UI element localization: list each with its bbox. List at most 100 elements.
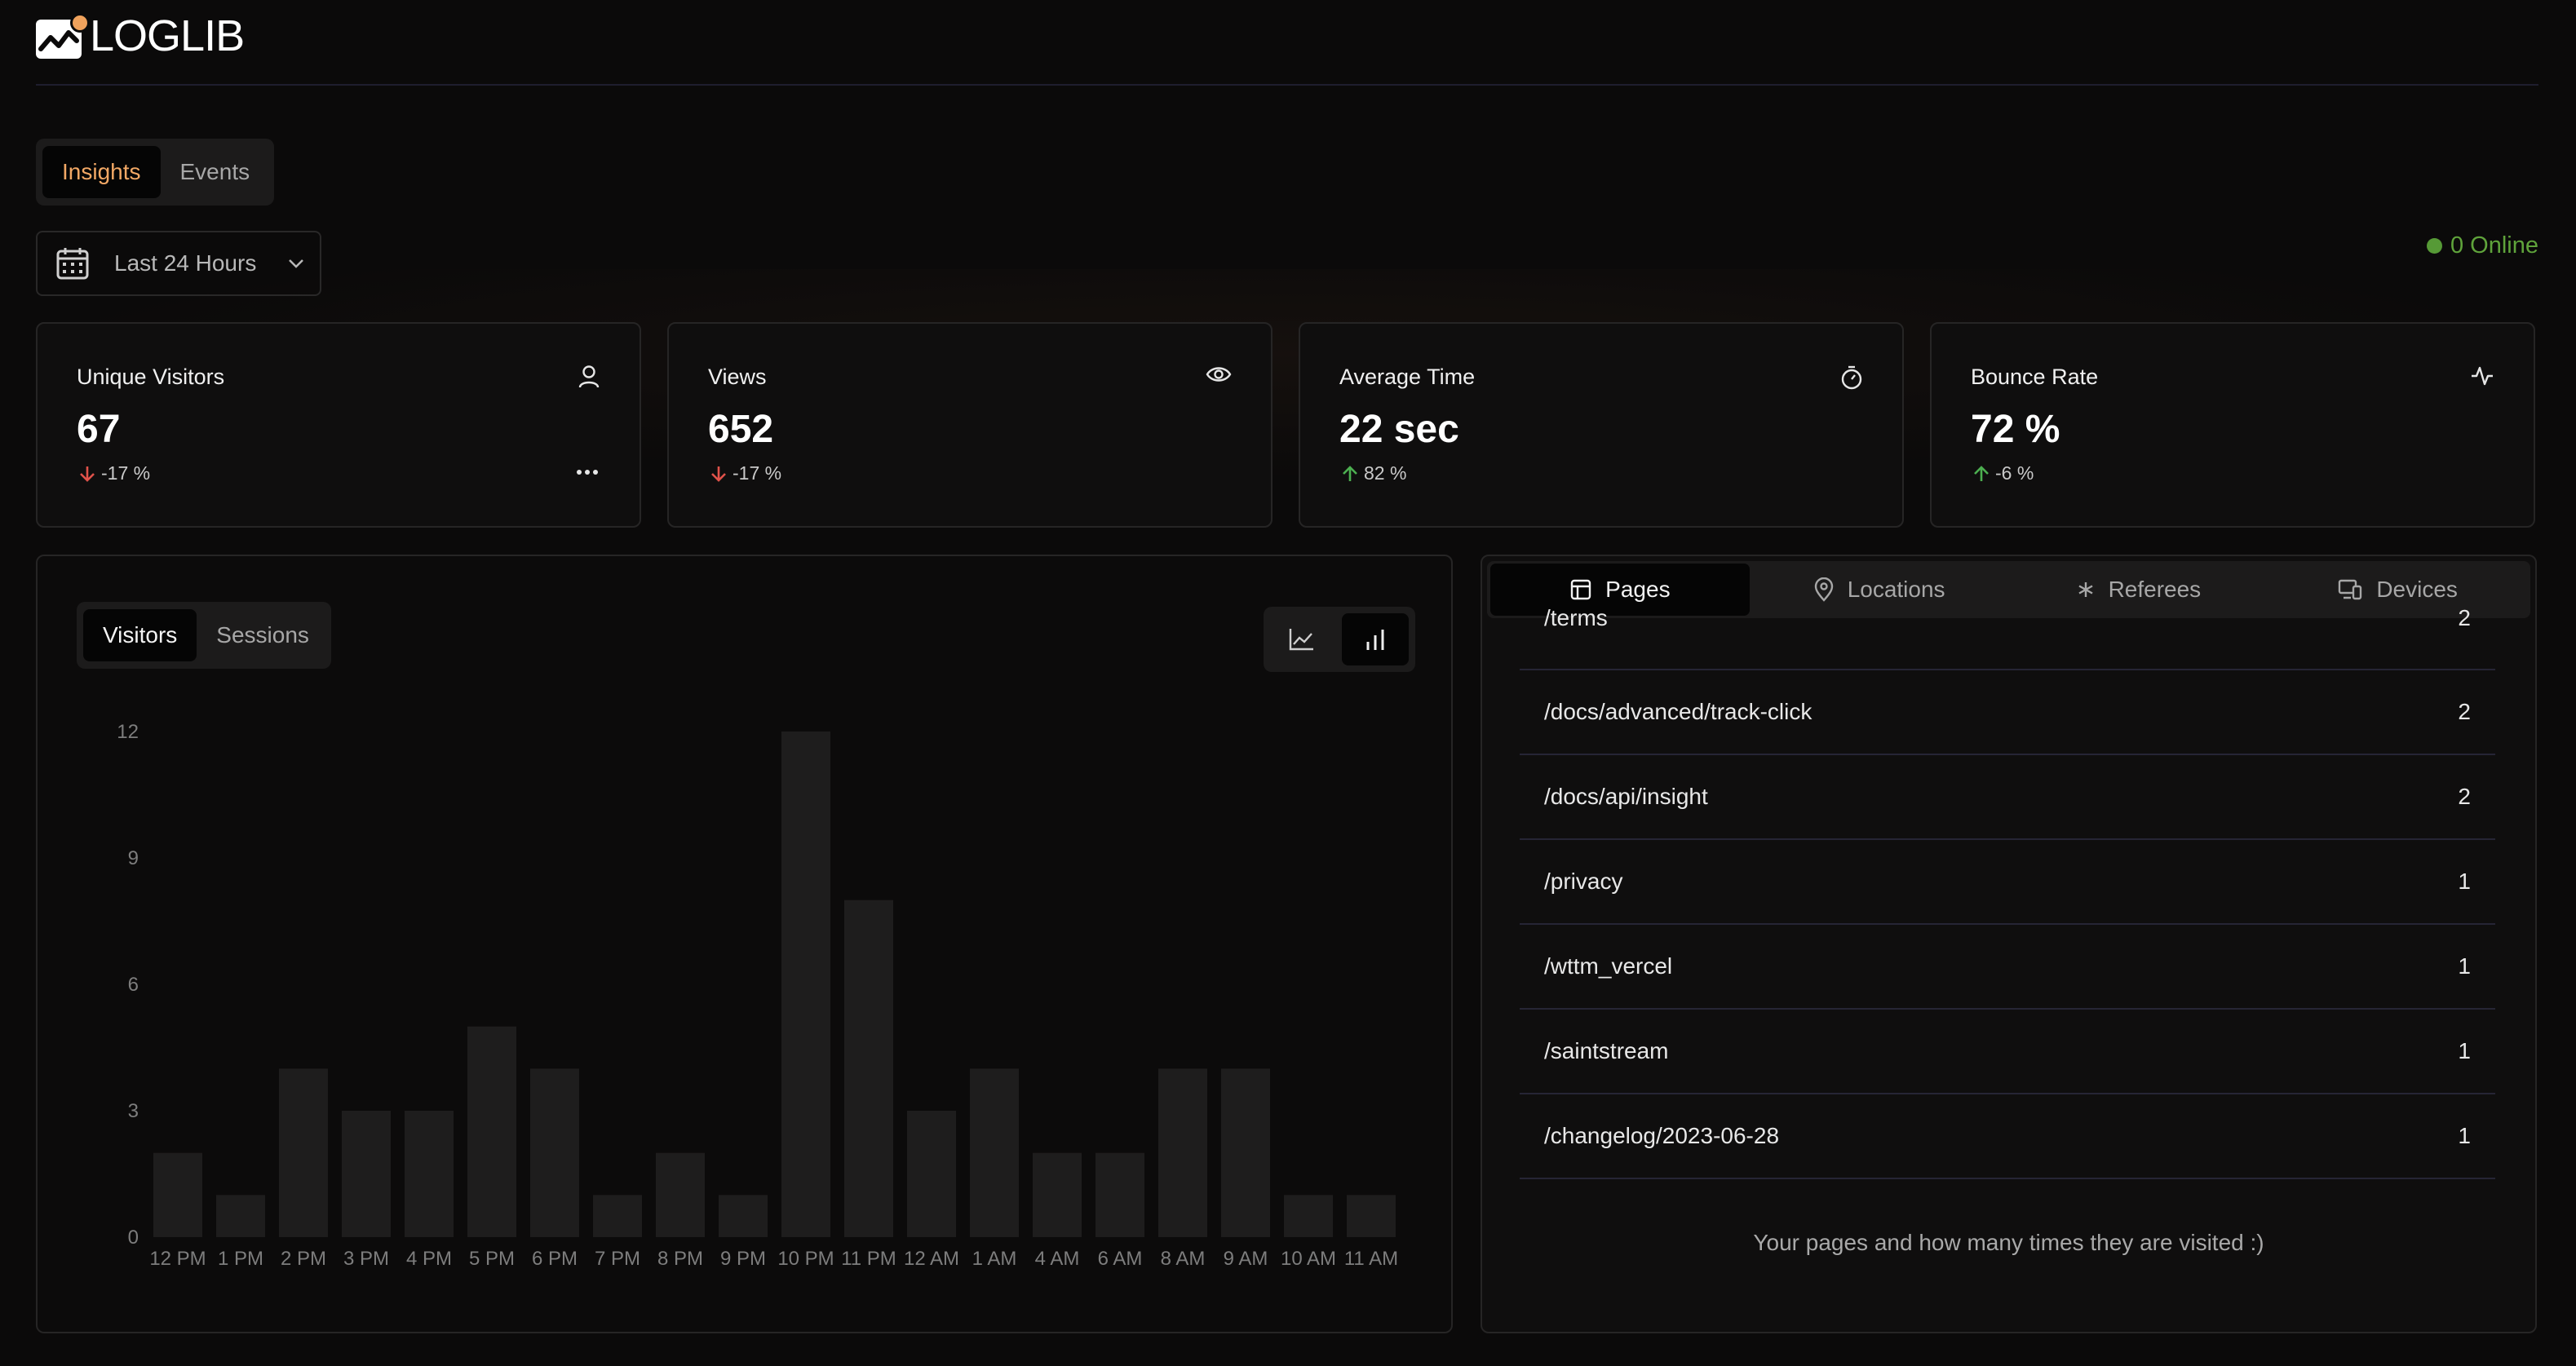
y-tick-label: 3 xyxy=(128,1100,139,1122)
y-tick-label: 6 xyxy=(128,974,139,996)
stat-value: 67 xyxy=(77,408,121,451)
date-range-label: Last 24 Hours xyxy=(114,250,257,276)
x-tick-label: 6 PM xyxy=(532,1248,578,1270)
main-tabs: Insights Events xyxy=(36,139,274,206)
pages-footer-text: Your pages and how many times they are v… xyxy=(1753,1230,2264,1255)
bar[interactable] xyxy=(1033,1152,1082,1237)
bar[interactable] xyxy=(656,1152,705,1237)
stat-change: -17 % xyxy=(78,462,150,484)
page-count: 2 xyxy=(2458,605,2471,630)
stat-title: Views xyxy=(708,365,767,389)
bar[interactable] xyxy=(907,1111,956,1237)
stat-change: 82 % xyxy=(1341,462,1406,484)
pages-panel: Pages Locations Referees Devices /terms … xyxy=(1481,555,2537,1333)
stat-title: Unique Visitors xyxy=(77,365,225,389)
bar[interactable] xyxy=(530,1068,579,1237)
x-tick-label: 10 AM xyxy=(1281,1248,1336,1270)
list-item[interactable]: /terms 2 xyxy=(1520,594,2495,670)
stat-change-value: -17 % xyxy=(733,462,782,484)
list-item[interactable]: /docs/api/insight 2 xyxy=(1520,755,2495,840)
bar[interactable] xyxy=(593,1195,642,1237)
logo-icon xyxy=(36,13,90,59)
stat-card-bounce-rate: Bounce Rate 72 % -6 % xyxy=(1930,322,2535,528)
bar[interactable] xyxy=(1095,1152,1144,1237)
tab-events[interactable]: Events xyxy=(161,146,270,198)
page-path: /wttm_vercel xyxy=(1544,953,1673,979)
x-tick-label: 9 AM xyxy=(1224,1248,1268,1270)
x-tick-label: 8 AM xyxy=(1161,1248,1206,1270)
online-label: 0 Online xyxy=(2450,232,2538,259)
page-count: 2 xyxy=(2458,699,2471,724)
x-tick-label: 1 PM xyxy=(218,1248,263,1270)
bar[interactable] xyxy=(153,1152,202,1237)
online-dot-icon xyxy=(2426,238,2442,254)
list-item[interactable]: /changelog/2023-06-28 1 xyxy=(1520,1094,2495,1179)
page-count: 1 xyxy=(2458,953,2471,979)
page-path: /saintstream xyxy=(1544,1038,1669,1063)
x-tick-label: 9 PM xyxy=(720,1248,766,1270)
page-path: /docs/api/insight xyxy=(1544,784,1708,809)
bar[interactable] xyxy=(1158,1068,1207,1237)
x-tick-label: 4 PM xyxy=(406,1248,452,1270)
list-item[interactable]: /saintstream 1 xyxy=(1520,1010,2495,1094)
bar[interactable] xyxy=(1221,1068,1270,1237)
x-tick-label: 11 PM xyxy=(841,1248,896,1270)
y-tick-label: 9 xyxy=(128,847,139,869)
user-icon xyxy=(578,365,600,388)
x-tick-label: 2 PM xyxy=(281,1248,326,1270)
chevron-down-icon xyxy=(289,259,303,268)
visitors-bar-chart: 0 3 6 9 12 12 PM 1 PM 2 PM 3 PM 4 PM 5 PM 6 PM 7 PM 8… xyxy=(117,721,1398,1270)
stat-card-views: Views 652 -17 % xyxy=(667,322,1273,528)
x-tick-label: 10 PM xyxy=(777,1248,834,1270)
page-count: 1 xyxy=(2458,1038,2471,1063)
x-tick-label: 1 AM xyxy=(972,1248,1017,1270)
stat-change: -6 % xyxy=(1972,462,2034,484)
bar[interactable] xyxy=(1284,1195,1333,1237)
bar[interactable] xyxy=(844,900,893,1237)
stat-change: -17 % xyxy=(710,462,781,484)
stat-change-value: -6 % xyxy=(1995,462,2034,484)
x-tick-label: 6 AM xyxy=(1098,1248,1143,1270)
header-divider xyxy=(36,84,2538,86)
x-tick-label: 4 AM xyxy=(1035,1248,1080,1270)
stat-value: 72 % xyxy=(1971,408,2060,451)
bar[interactable] xyxy=(1347,1195,1396,1237)
bar[interactable] xyxy=(970,1068,1019,1237)
calendar-icon xyxy=(56,248,89,280)
list-item[interactable]: /docs/advanced/track-click 2 xyxy=(1520,670,2495,755)
bar[interactable] xyxy=(216,1195,265,1237)
x-tick-label: 8 PM xyxy=(657,1248,703,1270)
bar[interactable] xyxy=(467,1026,516,1237)
bar[interactable] xyxy=(719,1195,768,1237)
x-tick-label: 3 PM xyxy=(343,1248,389,1270)
x-tick-label: 5 PM xyxy=(469,1248,515,1270)
stopwatch-icon xyxy=(1841,365,1862,390)
stat-change-value: -17 % xyxy=(101,462,151,484)
stat-card-average-time: Average Time 22 sec 82 % xyxy=(1299,322,1904,528)
activity-icon xyxy=(2472,366,2493,386)
tab-insights[interactable]: Insights xyxy=(42,146,161,198)
y-tick-label: 12 xyxy=(117,721,139,743)
date-range-select[interactable]: Last 24 Hours xyxy=(36,231,321,296)
bar[interactable] xyxy=(342,1111,391,1237)
more-options-icon[interactable] xyxy=(576,469,599,475)
list-item[interactable]: /wttm_vercel 1 xyxy=(1520,925,2495,1010)
page-path: /terms xyxy=(1544,605,1608,630)
page-count: 1 xyxy=(2458,869,2471,894)
stat-card-unique-visitors: Unique Visitors 67 -17 % xyxy=(36,322,641,528)
pages-list: /terms 2 /docs/advanced/track-click 2 /d… xyxy=(1520,594,2495,1179)
page-path: /docs/advanced/track-click xyxy=(1544,699,1812,724)
x-tick-label: 12 PM xyxy=(149,1248,206,1270)
stat-title: Bounce Rate xyxy=(1971,365,2099,389)
bar[interactable] xyxy=(279,1068,328,1237)
chart-panel: Visitors Sessions 0 3 6 9 12 12 PM 1 PM 2 PM 3 P… xyxy=(36,555,1453,1333)
bar[interactable] xyxy=(781,732,830,1237)
list-item[interactable]: /privacy 1 xyxy=(1520,840,2495,925)
arrow-down-icon xyxy=(711,466,726,482)
stat-change-value: 82 % xyxy=(1364,462,1407,484)
eye-icon xyxy=(1206,367,1232,382)
x-tick-label: 7 PM xyxy=(595,1248,640,1270)
bar[interactable] xyxy=(405,1111,454,1237)
stat-value: 652 xyxy=(708,408,774,451)
page-count: 1 xyxy=(2458,1123,2471,1148)
